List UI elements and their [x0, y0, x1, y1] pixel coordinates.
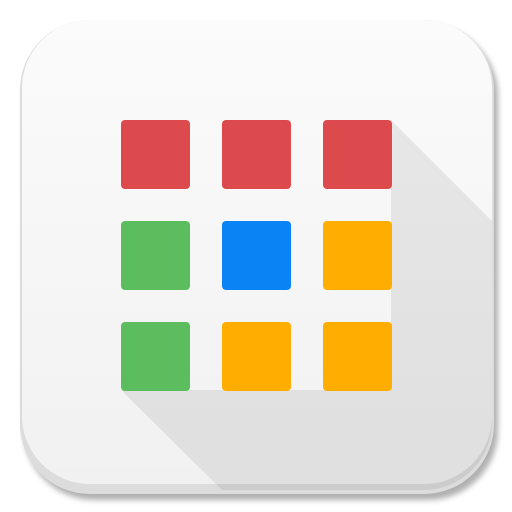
tile-orange-1: [323, 221, 392, 290]
app-icon-stage: [0, 0, 512, 512]
tile-orange-2: [222, 322, 291, 391]
tile-green-1: [121, 221, 190, 290]
tile-red-1: [121, 120, 190, 189]
tile-blue-1: [222, 221, 291, 290]
tile-orange-3: [323, 322, 392, 391]
tile-red-2: [222, 120, 291, 189]
app-launcher-grid-icon[interactable]: [0, 0, 512, 512]
app-grid: [121, 120, 392, 391]
tile-green-2: [121, 322, 190, 391]
tile-red-3: [323, 120, 392, 189]
